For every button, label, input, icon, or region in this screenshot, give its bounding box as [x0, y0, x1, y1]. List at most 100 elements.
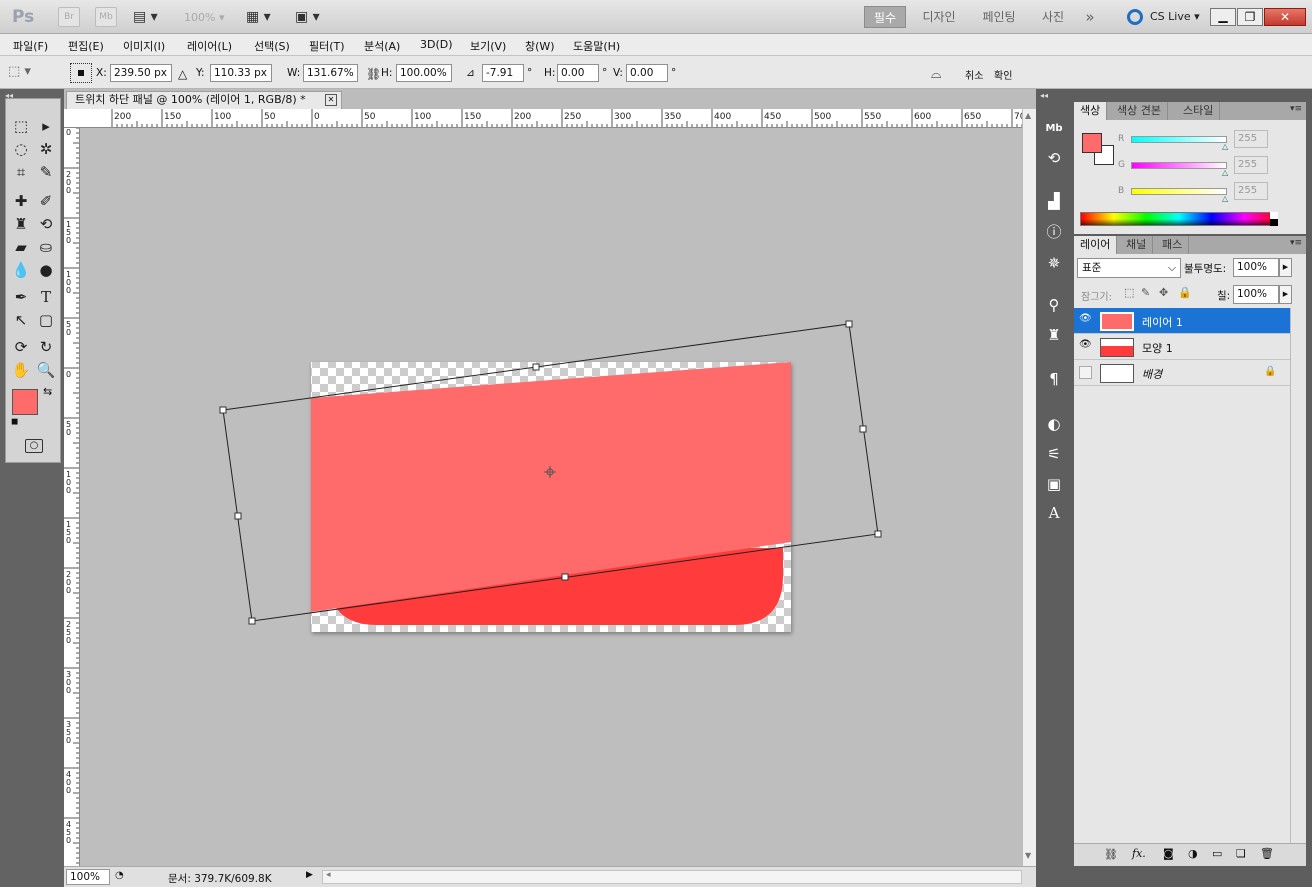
magic-wand-tool-icon[interactable]: ✲	[35, 138, 57, 160]
opacity-arrow-icon[interactable]: ▶	[1279, 258, 1292, 277]
canvas-area[interactable]	[80, 128, 1022, 866]
tab-channels[interactable]: 채널	[1120, 236, 1154, 254]
cancel-transform-button[interactable]: 취소	[965, 67, 983, 82]
eye-icon[interactable]: 👁	[1079, 339, 1093, 353]
close-window-button[interactable]: ✕	[1264, 8, 1306, 26]
menu-3d[interactable]: 3D(D)	[420, 38, 453, 51]
horizontal-scrollbar[interactable]: ◂	[322, 870, 1022, 884]
adjustments-panel-icon[interactable]: ◐	[1040, 411, 1068, 437]
status-menu-arrow-icon[interactable]: ▶	[306, 870, 313, 880]
transform-handle-bottom-left[interactable]	[248, 617, 256, 625]
bridge-button[interactable]: Br	[58, 7, 80, 27]
reference-point-locator[interactable]	[70, 63, 92, 83]
layers-scrollbar[interactable]	[1290, 308, 1306, 843]
blue-value-field[interactable]: 255	[1234, 182, 1268, 200]
brush-panel-icon[interactable]: ⚲	[1040, 292, 1068, 318]
color-ramp-white-chip[interactable]	[1270, 212, 1278, 219]
green-slider[interactable]	[1131, 162, 1227, 169]
transform-handle-right-middle[interactable]	[859, 425, 867, 433]
tab-styles[interactable]: 스타일	[1177, 102, 1221, 120]
link-layers-icon[interactable]: ⛓	[1104, 848, 1118, 861]
red-slider-thumb-icon[interactable]: △	[1222, 142, 1228, 151]
eye-icon[interactable]: 👁	[1079, 313, 1093, 327]
eraser-tool-icon[interactable]: ▰	[10, 236, 32, 258]
tab-paths[interactable]: 패스	[1156, 236, 1190, 254]
healing-brush-tool-icon[interactable]: ✚	[10, 190, 32, 212]
zoom-tool-icon[interactable]: 🔍	[35, 359, 57, 381]
layer-comps-panel-icon[interactable]: ▣	[1040, 471, 1068, 497]
visibility-toggle[interactable]	[1079, 366, 1092, 379]
green-slider-thumb-icon[interactable]: △	[1222, 168, 1228, 177]
y-position-field[interactable]: 110.33 px	[210, 64, 272, 82]
add-mask-icon[interactable]: ◙	[1163, 847, 1174, 860]
marquee-tool-icon[interactable]: ⬚	[10, 115, 32, 137]
minimize-button[interactable]: ▁	[1210, 8, 1236, 26]
rectangle-shape-tool-icon[interactable]: ▢	[35, 309, 57, 331]
delete-layer-icon[interactable]: 🗑	[1260, 847, 1274, 860]
restore-button[interactable]: ❐	[1237, 8, 1263, 26]
workspace-essentials[interactable]: 필수	[864, 6, 906, 28]
tab-color[interactable]: 색상	[1074, 102, 1108, 120]
blend-mode-select[interactable]: 표준 ⌵	[1077, 258, 1181, 278]
close-document-icon[interactable]: ✕	[325, 94, 337, 106]
workspace-photography[interactable]: 사진	[1034, 6, 1072, 28]
blur-tool-icon[interactable]: 💧	[10, 259, 32, 281]
delta-icon[interactable]: △	[178, 67, 187, 81]
commit-transform-button[interactable]: 확인	[994, 67, 1012, 82]
lock-all-icon[interactable]: 🔒	[1178, 286, 1192, 299]
layer-name[interactable]: 레이어 1	[1142, 314, 1183, 330]
scroll-down-icon[interactable]: ▼	[1025, 851, 1031, 860]
layer-name[interactable]: 모양 1	[1142, 340, 1173, 356]
lasso-tool-icon[interactable]: ◌	[10, 138, 32, 160]
brush-tool-icon[interactable]: ✐	[35, 190, 57, 212]
3d-orbit-tool-icon[interactable]: ↻	[35, 336, 57, 358]
type-tool-icon[interactable]: T	[35, 286, 57, 308]
view-extras-icon[interactable]: ▤ ▾	[133, 9, 158, 25]
link-icon[interactable]: ⛓	[366, 67, 381, 81]
color-ramp[interactable]	[1080, 212, 1278, 226]
transform-handle-top-right[interactable]	[845, 320, 853, 328]
blue-slider[interactable]	[1131, 188, 1227, 195]
menu-image[interactable]: 이미지(I)	[123, 38, 165, 54]
histogram-panel-icon[interactable]: ▟	[1040, 188, 1068, 214]
color-panel-menu-icon[interactable]: ▾≡	[1290, 104, 1302, 114]
document-tab[interactable]: 트위치 하단 패널 @ 100% (레이어 1, RGB/8) * ✕	[66, 91, 342, 109]
vertical-scrollbar[interactable]: ▲ ▼	[1022, 109, 1036, 866]
zoom-field[interactable]: 100%	[66, 869, 110, 885]
layer-row-layer1[interactable]: 👁 레이어 1	[1074, 308, 1290, 334]
scroll-left-icon[interactable]: ◂	[326, 870, 331, 880]
character-panel-icon[interactable]: A	[1040, 500, 1068, 526]
eyedropper-tool-icon[interactable]: ✎	[35, 161, 57, 183]
workspace-design[interactable]: 디자인	[916, 6, 962, 28]
fill-arrow-icon[interactable]: ▶	[1279, 285, 1292, 304]
mini-bridge-panel-icon[interactable]: Mb	[1040, 116, 1068, 142]
dodge-tool-icon[interactable]: ●	[35, 259, 57, 281]
red-slider[interactable]	[1131, 136, 1227, 143]
move-tool-icon[interactable]: ▸	[35, 115, 57, 137]
masks-panel-icon[interactable]: ⚟	[1040, 441, 1068, 467]
menu-filter[interactable]: 필터(T)	[309, 38, 345, 54]
color-ramp-black-chip[interactable]	[1270, 219, 1278, 226]
info-panel-icon[interactable]: ⓘ	[1040, 219, 1068, 245]
screen-mode-icon[interactable]: ▣ ▾	[295, 9, 320, 25]
layer-name[interactable]: 배경	[1142, 366, 1162, 382]
clone-source-panel-icon[interactable]: ♜	[1040, 322, 1068, 348]
horizontal-skew-field[interactable]: 0.00	[557, 64, 599, 82]
menu-file[interactable]: 파일(F)	[13, 38, 48, 54]
zoom-level-dropdown[interactable]: 100% ▾	[184, 11, 224, 24]
menu-edit[interactable]: 편집(E)	[68, 38, 104, 54]
menu-layer[interactable]: 레이어(L)	[187, 38, 232, 54]
x-position-field[interactable]: 239.50 px	[110, 64, 172, 82]
hand-tool-icon[interactable]: ✋	[10, 359, 32, 381]
cs-live-button[interactable]: CS Live ▾	[1150, 10, 1200, 23]
tab-layers[interactable]: 레이어	[1074, 236, 1118, 254]
transform-handle-top-middle[interactable]	[532, 363, 540, 371]
opacity-field[interactable]: 100%	[1233, 258, 1279, 277]
transform-handle-bottom-right[interactable]	[874, 530, 882, 538]
rotation-angle-field[interactable]: -7.91	[482, 64, 524, 82]
menu-analysis[interactable]: 분석(A)	[364, 38, 400, 54]
default-colors-icon[interactable]: ◼	[11, 417, 18, 427]
foreground-color-chip[interactable]	[1082, 133, 1102, 153]
swap-colors-icon[interactable]: ⇆	[43, 385, 52, 398]
foreground-color-swatch[interactable]	[12, 389, 38, 415]
